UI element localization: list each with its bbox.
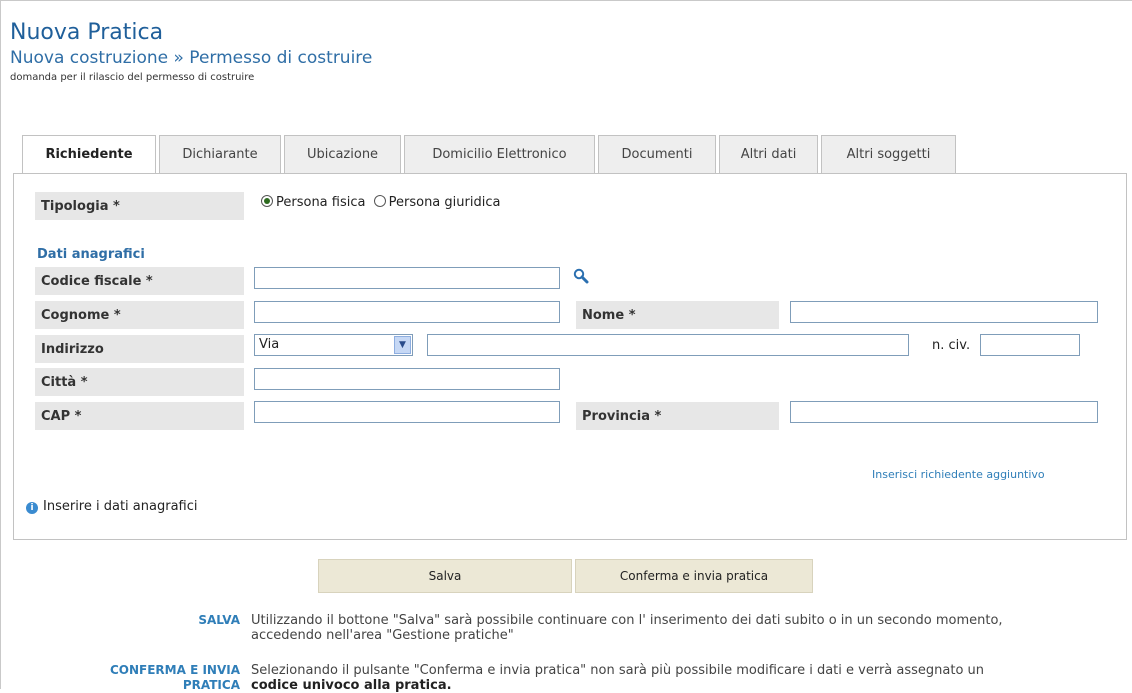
provincia-input[interactable] [790, 401, 1098, 423]
help-conferma-line2: codice univoco alla pratica. [251, 678, 1131, 693]
left-border [0, 0, 1, 689]
help-conferma-bold: codice univoco alla pratica. [251, 678, 452, 693]
citta-input[interactable] [254, 368, 560, 390]
indirizzo-label: Indirizzo [35, 335, 244, 363]
radio-persona-fisica-label: Persona fisica [276, 195, 366, 210]
conferma-invia-button[interactable]: Conferma e invia pratica [575, 559, 813, 593]
tipologia-label: Tipologia * [35, 192, 244, 220]
chevron-down-icon[interactable]: ▼ [394, 336, 411, 354]
help-conferma-line1: Selezionando il pulsante "Conferma e inv… [251, 663, 985, 678]
civico-input[interactable] [980, 334, 1080, 356]
info-message: i Inserire i dati anagrafici [26, 499, 197, 514]
add-richiedente-link[interactable]: Inserisci richiedente aggiuntivo [872, 468, 1045, 481]
codice-fiscale-input[interactable] [254, 267, 560, 289]
page-description: domanda per il rilascio del permesso di … [10, 72, 255, 83]
tab-altri-dati[interactable]: Altri dati [719, 135, 818, 173]
help-salva-key: SALVA [198, 613, 240, 627]
page-subtitle: Nuova costruzione » Permesso di costruir… [10, 48, 373, 68]
nome-input[interactable] [790, 301, 1098, 323]
form-panel: Tipologia * Persona fisica Persona giuri… [13, 173, 1127, 540]
citta-label: Città * [35, 368, 244, 396]
indirizzo-type-value: Via [259, 337, 280, 352]
help-salva-line2: accedendo nell'area "Gestione pratiche" [251, 628, 514, 643]
indirizzo-type-select[interactable]: Via ▼ [254, 334, 413, 356]
codice-fiscale-label: Codice fiscale * [35, 267, 244, 295]
radio-unchecked-icon [373, 195, 386, 207]
tab-ubicazione[interactable]: Ubicazione [284, 135, 401, 173]
radio-persona-giuridica-label: Persona giuridica [388, 195, 501, 210]
radio-checked-icon [261, 195, 273, 207]
cap-input[interactable] [254, 401, 560, 423]
nome-label: Nome * [576, 301, 779, 329]
cap-label: CAP * [35, 402, 244, 430]
cognome-input[interactable] [254, 301, 560, 323]
civico-label: n. civ. [932, 338, 971, 353]
tab-richiedente[interactable]: Richiedente [22, 135, 156, 175]
indirizzo-input[interactable] [427, 334, 909, 356]
help-salva-text: Utilizzando il bottone "Salva" sarà poss… [251, 613, 1131, 643]
radio-persona-fisica[interactable]: Persona fisica [261, 195, 365, 210]
cognome-label: Cognome * [35, 301, 244, 329]
tab-documenti[interactable]: Documenti [598, 135, 716, 173]
tipologia-radio-group: Persona fisica Persona giuridica [261, 195, 500, 210]
tab-dichiarante[interactable]: Dichiarante [159, 135, 281, 173]
info-text: Inserire i dati anagrafici [43, 499, 198, 514]
section-title-dati-anagrafici: Dati anagrafici [37, 247, 145, 262]
salva-button[interactable]: Salva [318, 559, 572, 593]
tab-domicilio-elettronico[interactable]: Domicilio Elettronico [404, 135, 595, 173]
help-salva-line1: Utilizzando il bottone "Salva" sarà poss… [251, 613, 1003, 628]
search-icon[interactable] [573, 268, 589, 284]
radio-persona-giuridica[interactable]: Persona giuridica [373, 195, 501, 210]
provincia-label: Provincia * [576, 402, 779, 430]
tab-altri-soggetti[interactable]: Altri soggetti [821, 135, 956, 173]
page-title: Nuova Pratica [10, 20, 164, 45]
top-border [0, 0, 1132, 1]
info-icon: i [26, 502, 38, 514]
help-conferma-key-line2: PRATICA [182, 678, 240, 692]
help-conferma-key-line1: CONFERMA E INVIA [109, 663, 240, 677]
